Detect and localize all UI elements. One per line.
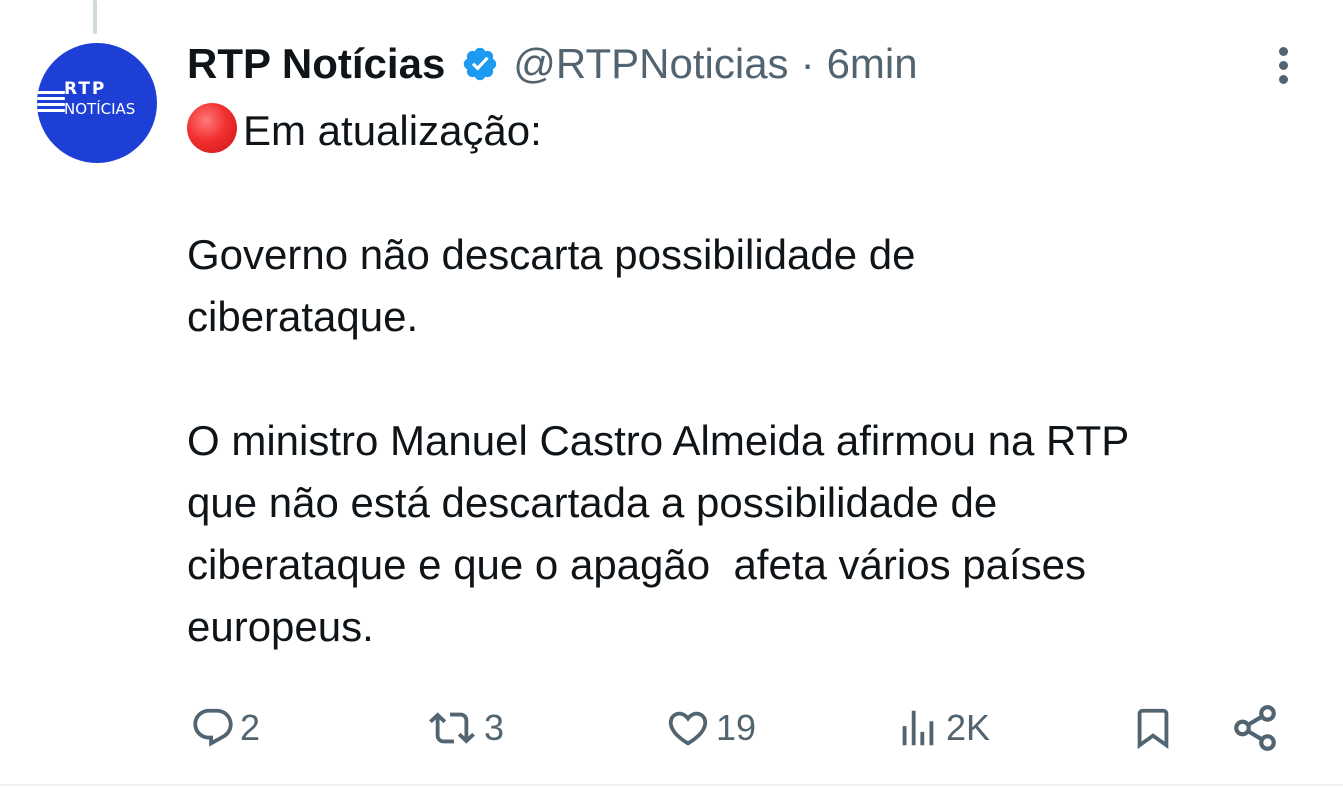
tweet-headline: Em atualização: [187,100,1317,162]
avatar-logo-line1: RTP [64,79,107,99]
like-count: 19 [716,707,757,748]
paragraph-2-line-3: ciberataque e que o apagão afeta vários … [187,541,1086,588]
bookmark-button[interactable] [1130,700,1176,756]
paragraph-2-line-2: que não está descartada a possibilidade … [187,479,998,526]
repost-count: 3 [484,707,505,748]
repost-icon [429,712,475,744]
author-display-name[interactable]: RTP Notícias [187,40,445,88]
views-button[interactable]: 2K [894,700,990,756]
views-icon [902,710,934,746]
reply-icon [193,708,233,747]
views-count: 2K [946,707,991,748]
bookmark-icon [1137,708,1169,749]
verified-badge-icon [461,45,499,83]
red-circle-icon [187,103,237,153]
paragraph-2-line-4: europeus. [187,603,374,650]
reply-count: 2 [240,707,261,748]
author-handle[interactable]: @RTPNoticias [513,40,788,88]
paragraph-1-line-1: Governo não descarta possibilidade de [187,231,916,278]
tweet-header: RTP Notícias @RTPNoticias · 6min [187,36,918,92]
repost-button[interactable]: 3 [424,700,504,756]
avatar[interactable]: RTP NOTÍCIAS [37,43,157,163]
thread-connector-line [93,0,97,34]
like-button[interactable]: 19 [664,700,756,756]
share-button[interactable] [1230,700,1280,756]
reply-button[interactable]: 2 [190,700,260,756]
header-separator: · [800,40,815,87]
paragraph-1-line-2: ciberataque. [187,293,419,340]
headline-text: Em atualização: [243,107,542,154]
tweet-actions-bar: 2 3 19 2K [0,700,1343,756]
tweet-divider [0,784,1343,786]
tweet-text: Em atualização: Governo não descarta pos… [187,100,1317,658]
avatar-logo-line2: NOTÍCIAS [64,100,136,118]
paragraph-2-line-1: O ministro Manuel Castro Almeida afirmou… [187,417,1130,464]
more-vertical-icon[interactable] [1268,44,1298,90]
logo-bars-icon [37,91,65,115]
share-icon [1234,705,1276,751]
heart-icon [668,711,708,746]
tweet-timestamp[interactable]: 6min [827,40,918,88]
